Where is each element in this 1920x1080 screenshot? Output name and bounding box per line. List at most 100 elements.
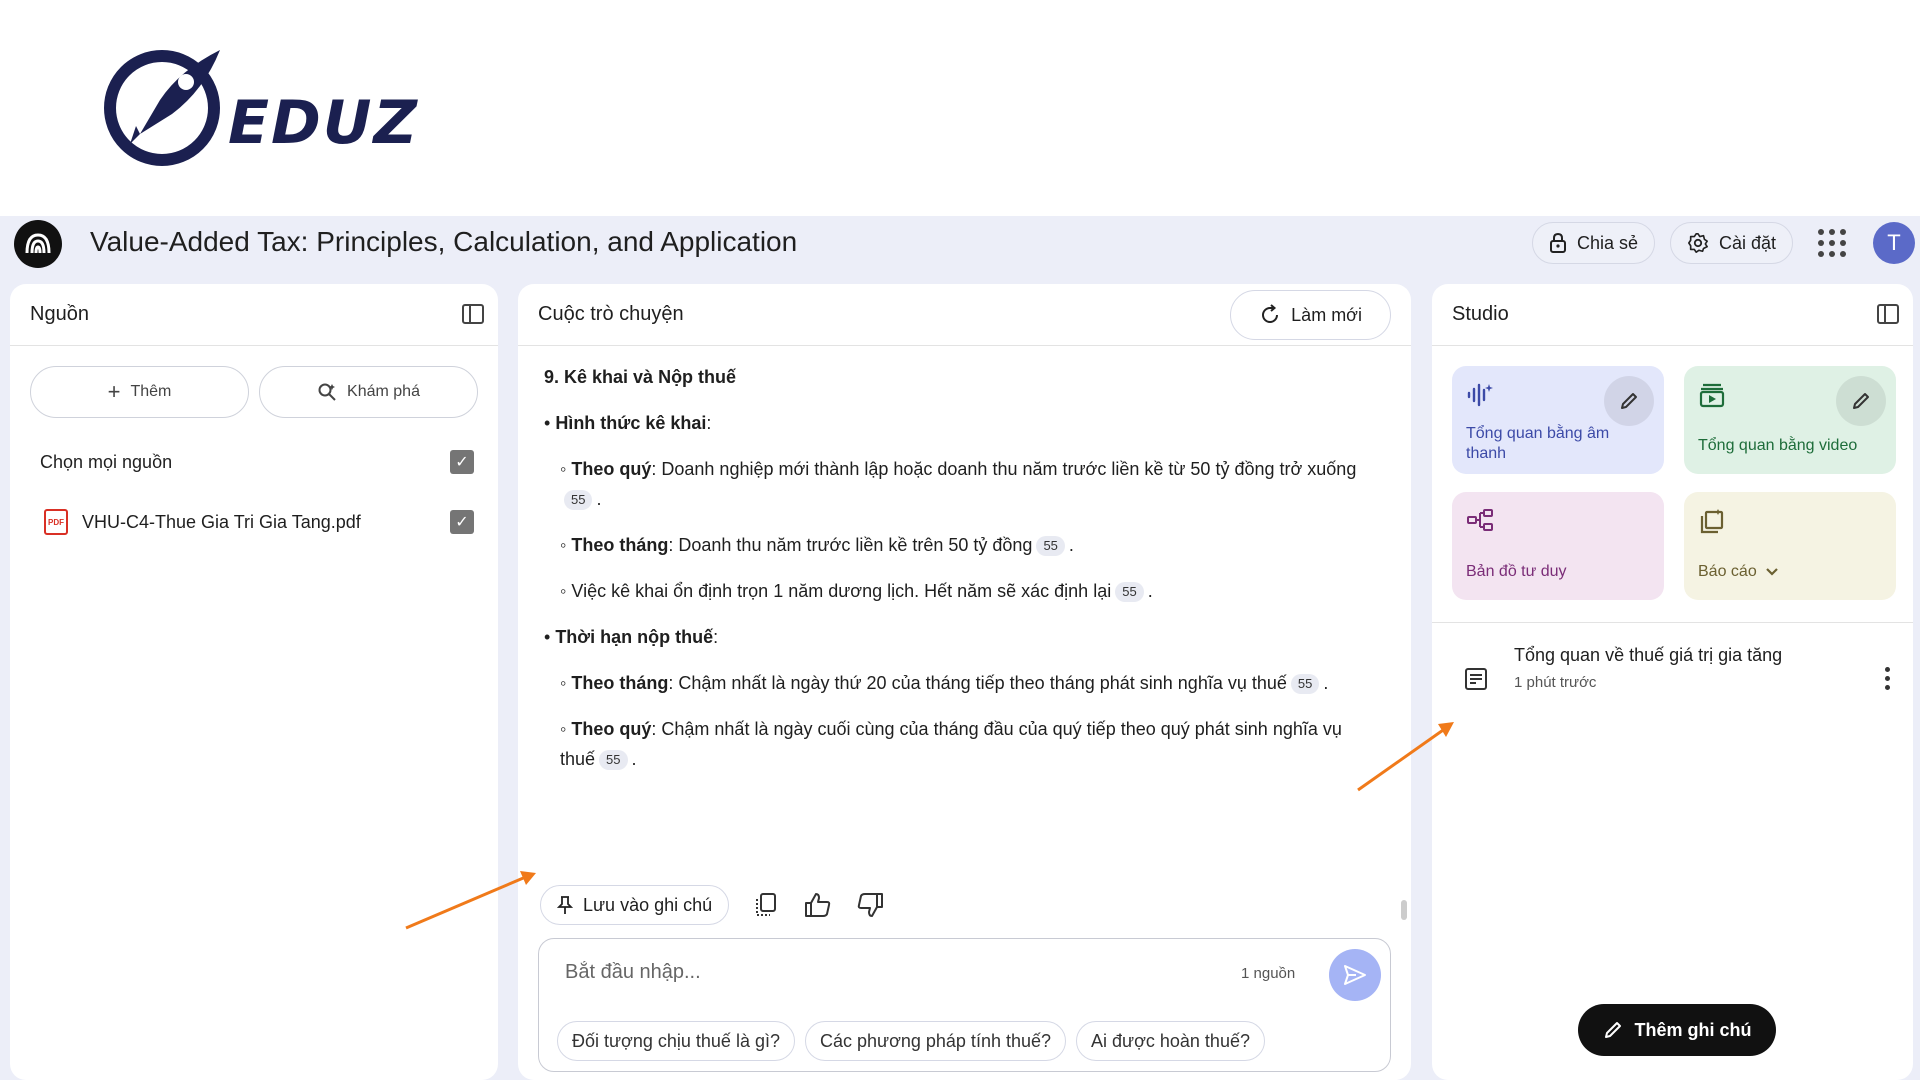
chat-message: 9. Kê khai và Nộp thuế • Hình thức kê kh…	[544, 367, 1357, 771]
studio-panel: Studio Tổng quan bằng âm thanh Tổng quan…	[1432, 284, 1913, 1080]
copy-icon[interactable]	[751, 890, 781, 920]
settings-button[interactable]: Cài đặt	[1670, 222, 1794, 264]
audio-overview-label: Tổng quan bằng âm thanh	[1466, 425, 1610, 462]
eduz-logo: EDUZ	[100, 42, 420, 172]
add-source-button[interactable]: + Thêm	[30, 366, 249, 418]
top-bar: Value-Added Tax: Principles, Calculation…	[0, 216, 1920, 270]
item-text: : Chậm nhất là ngày thứ 20 của tháng tiế…	[668, 673, 1287, 693]
citation-chip[interactable]: 55	[1115, 582, 1144, 603]
source-actions: + Thêm Khám phá	[10, 346, 498, 418]
share-button[interactable]: Chia sẻ	[1532, 222, 1656, 264]
suggestion-chip[interactable]: Đối tượng chịu thuế là gì?	[557, 1021, 795, 1061]
suggestion-chips: Đối tượng chịu thuế là gì? Các phương ph…	[557, 1021, 1265, 1061]
report-tile[interactable]: Báo cáo	[1684, 492, 1896, 600]
mindmap-label: Bản đồ tư duy	[1466, 563, 1567, 580]
sources-header: Nguồn	[10, 284, 498, 346]
mindmap-tile[interactable]: Bản đồ tư duy	[1452, 492, 1664, 600]
app-logo-icon[interactable]	[14, 220, 62, 268]
item-term: Theo tháng	[571, 535, 669, 555]
select-all-checkbox[interactable]: ✓	[450, 450, 474, 474]
audio-overview-tile[interactable]: Tổng quan bằng âm thanh	[1452, 366, 1664, 474]
chat-composer: 1 nguồn Đối tượng chịu thuế là gì? Các p…	[538, 938, 1391, 1072]
chat-title: Cuộc trò chuyện	[538, 303, 684, 325]
citation-chip[interactable]: 55	[1290, 674, 1320, 695]
note-title: Tổng quan về thuế giá trị gia tăng	[1514, 645, 1783, 665]
studio-title: Studio	[1452, 303, 1509, 325]
edit-video-button[interactable]	[1836, 376, 1886, 426]
citation-chip[interactable]: 55	[1036, 536, 1065, 557]
collapse-panel-icon[interactable]	[1877, 304, 1899, 324]
section-title: Thời hạn nộp thuế	[555, 627, 714, 647]
pencil-icon	[1604, 1022, 1621, 1038]
video-overview-label: Tổng quan bằng video	[1698, 437, 1858, 454]
source-checkbox[interactable]: ✓	[450, 510, 474, 534]
section-title: Hình thức kê khai	[555, 413, 707, 433]
item-term: Theo quý	[571, 719, 652, 739]
discover-label: Khám phá	[347, 383, 420, 400]
lock-icon	[1550, 232, 1566, 253]
refresh-button[interactable]: Làm mới	[1230, 290, 1391, 340]
settings-label: Cài đặt	[1719, 232, 1777, 253]
sources-title: Nguồn	[30, 303, 89, 325]
pdf-file-icon: PDF	[44, 509, 68, 535]
chat-scrollbar[interactable]	[1401, 900, 1407, 920]
add-note-label: Thêm ghi chú	[1634, 1019, 1752, 1040]
edit-audio-button[interactable]	[1604, 376, 1654, 426]
rocket-logo-icon	[104, 50, 220, 166]
pencil-icon	[1621, 393, 1637, 409]
report-icon	[1700, 509, 1724, 534]
send-icon	[1344, 965, 1366, 985]
gear-icon	[1688, 233, 1708, 253]
save-note-label: Lưu vào ghi chú	[583, 894, 713, 915]
report-label-row: Báo cáo	[1698, 562, 1779, 582]
pin-icon	[557, 896, 573, 914]
discover-button[interactable]: Khám phá	[259, 366, 478, 418]
source-count: 1 nguồn	[1241, 965, 1296, 982]
add-note-button[interactable]: Thêm ghi chú	[1578, 1004, 1776, 1056]
item-text: : Chậm nhất là ngày cuối cùng của tháng …	[560, 719, 1342, 769]
pencil-icon	[1853, 393, 1869, 409]
logo-wordmark: EDUZ	[228, 88, 420, 158]
suggestion-chip[interactable]: Các phương pháp tính thuế?	[804, 1021, 1067, 1061]
sources-panel: Nguồn + Thêm Khám phá Chọn mọi nguồn ✓ P…	[10, 284, 498, 1080]
plus-icon: +	[107, 379, 121, 404]
select-all-row[interactable]: Chọn mọi nguồn ✓	[10, 432, 498, 492]
source-item[interactable]: PDF VHU-C4-Thue Gia Tri Gia Tang.pdf ✓	[10, 492, 498, 552]
chevron-down-icon[interactable]	[1765, 567, 1779, 577]
note-item[interactable]: Tổng quan về thuế giá trị gia tăng 1 phú…	[1432, 623, 1913, 723]
studio-header: Studio	[1432, 284, 1913, 346]
chat-header: Cuộc trò chuyện Làm mới	[518, 284, 1411, 346]
item-text: Việc kê khai ổn định trọn 1 năm dương lị…	[571, 581, 1112, 601]
more-vert-icon[interactable]	[1885, 667, 1891, 690]
source-name: VHU-C4-Thue Gia Tri Gia Tang.pdf	[82, 511, 361, 532]
thumbs-down-icon[interactable]	[855, 890, 885, 920]
message-actions: Lưu vào ghi chú	[540, 885, 885, 925]
suggestion-chip[interactable]: Ai được hoàn thuế?	[1076, 1021, 1265, 1061]
add-source-label: Thêm	[130, 383, 172, 400]
chat-panel: Cuộc trò chuyện Làm mới 9. Kê khai và Nộ…	[518, 284, 1411, 1080]
share-label: Chia sẻ	[1577, 232, 1639, 253]
audio-wave-icon	[1467, 383, 1493, 407]
refresh-icon	[1262, 304, 1279, 323]
note-icon	[1465, 668, 1487, 690]
avatar[interactable]: T	[1873, 222, 1915, 264]
item-text: : Doanh thu năm trước liền kề trên 50 tỷ…	[668, 535, 1033, 555]
item-term: Theo quý	[571, 459, 652, 479]
video-icon	[1699, 383, 1725, 408]
citation-chip[interactable]: 55	[564, 490, 593, 511]
select-all-label: Chọn mọi nguồn	[40, 451, 173, 472]
item-text: : Doanh nghiệp mới thành lập hoặc doanh …	[651, 459, 1357, 479]
thumbs-up-icon[interactable]	[803, 890, 833, 920]
report-label: Báo cáo	[1698, 563, 1757, 580]
notebook-app: Value-Added Tax: Principles, Calculation…	[0, 216, 1920, 1080]
send-button[interactable]	[1329, 949, 1381, 1001]
video-overview-tile[interactable]: Tổng quan bằng video	[1684, 366, 1896, 474]
refresh-label: Làm mới	[1291, 304, 1362, 325]
save-to-note-button[interactable]: Lưu vào ghi chú	[540, 885, 730, 925]
chat-input[interactable]	[565, 957, 1165, 987]
collapse-panel-icon[interactable]	[462, 304, 484, 324]
citation-chip[interactable]: 55	[599, 750, 628, 771]
apps-grid-icon[interactable]	[1818, 229, 1846, 257]
notebook-title[interactable]: Value-Added Tax: Principles, Calculation…	[90, 226, 797, 258]
note-timestamp: 1 phút trước	[1514, 674, 1597, 691]
